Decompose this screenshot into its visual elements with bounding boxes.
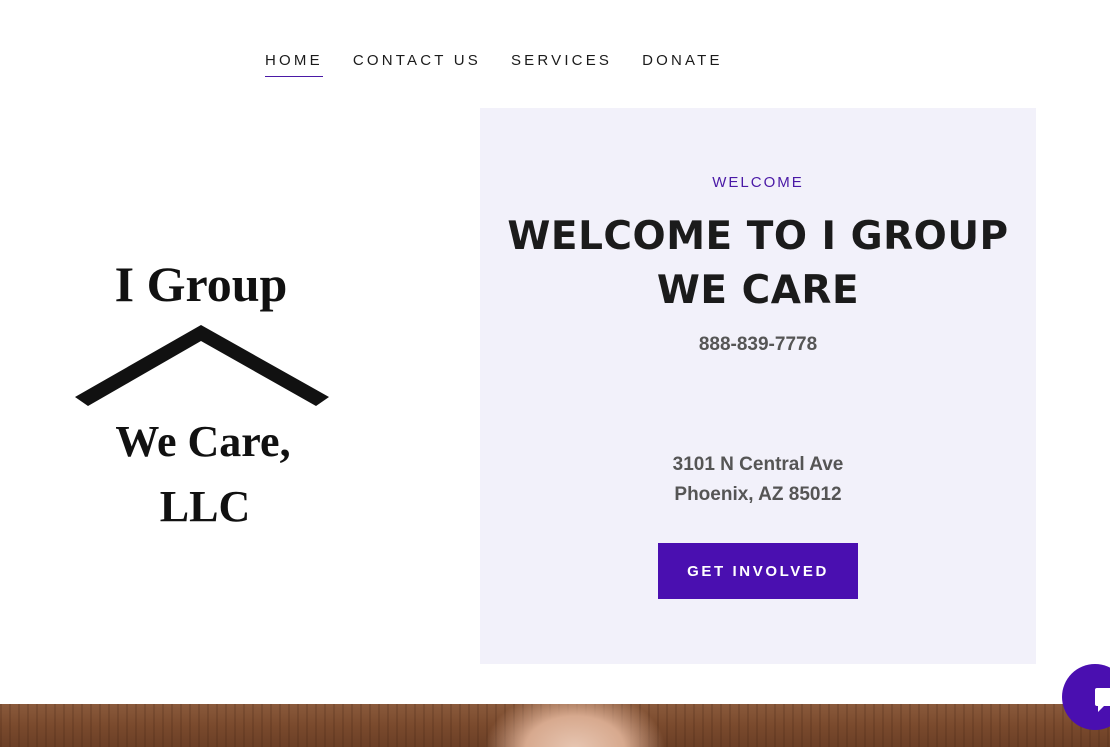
nav-item-donate[interactable]: DONATE bbox=[642, 52, 723, 77]
logo-line1: I Group bbox=[115, 256, 288, 312]
main-nav: HOME CONTACT US SERVICES DONATE bbox=[265, 52, 753, 77]
nav-item-contact-us[interactable]: CONTACT US bbox=[353, 52, 481, 77]
hero-headline: WELCOME TO I GROUP WE CARE bbox=[500, 210, 1016, 318]
headline-line-2: WE CARE bbox=[656, 268, 860, 313]
logo-line2: We Care, bbox=[115, 417, 290, 466]
phone-number[interactable]: 888-839-7778 bbox=[480, 334, 1036, 356]
logo-line3: LLC bbox=[160, 482, 250, 531]
hero-background-image bbox=[0, 704, 1110, 747]
address-street: 3101 N Central Ave bbox=[672, 454, 844, 475]
nav-item-home[interactable]: HOME bbox=[265, 52, 323, 77]
hero-eyebrow: WELCOME bbox=[712, 174, 804, 191]
address-city: Phoenix, AZ 85012 bbox=[674, 484, 842, 505]
nav-item-services[interactable]: SERVICES bbox=[511, 52, 612, 77]
get-involved-button[interactable]: GET INVOLVED bbox=[658, 543, 858, 599]
company-logo: I Group We Care, LLC bbox=[70, 255, 340, 535]
chat-icon bbox=[1095, 688, 1110, 712]
roof-icon bbox=[75, 325, 329, 406]
hero-panel: WELCOME WELCOME TO I GROUP WE CARE 888-8… bbox=[480, 108, 1036, 664]
logo-graphic: I Group We Care, LLC bbox=[75, 256, 329, 531]
headline-line-1: WELCOME TO I GROUP bbox=[507, 214, 1009, 259]
